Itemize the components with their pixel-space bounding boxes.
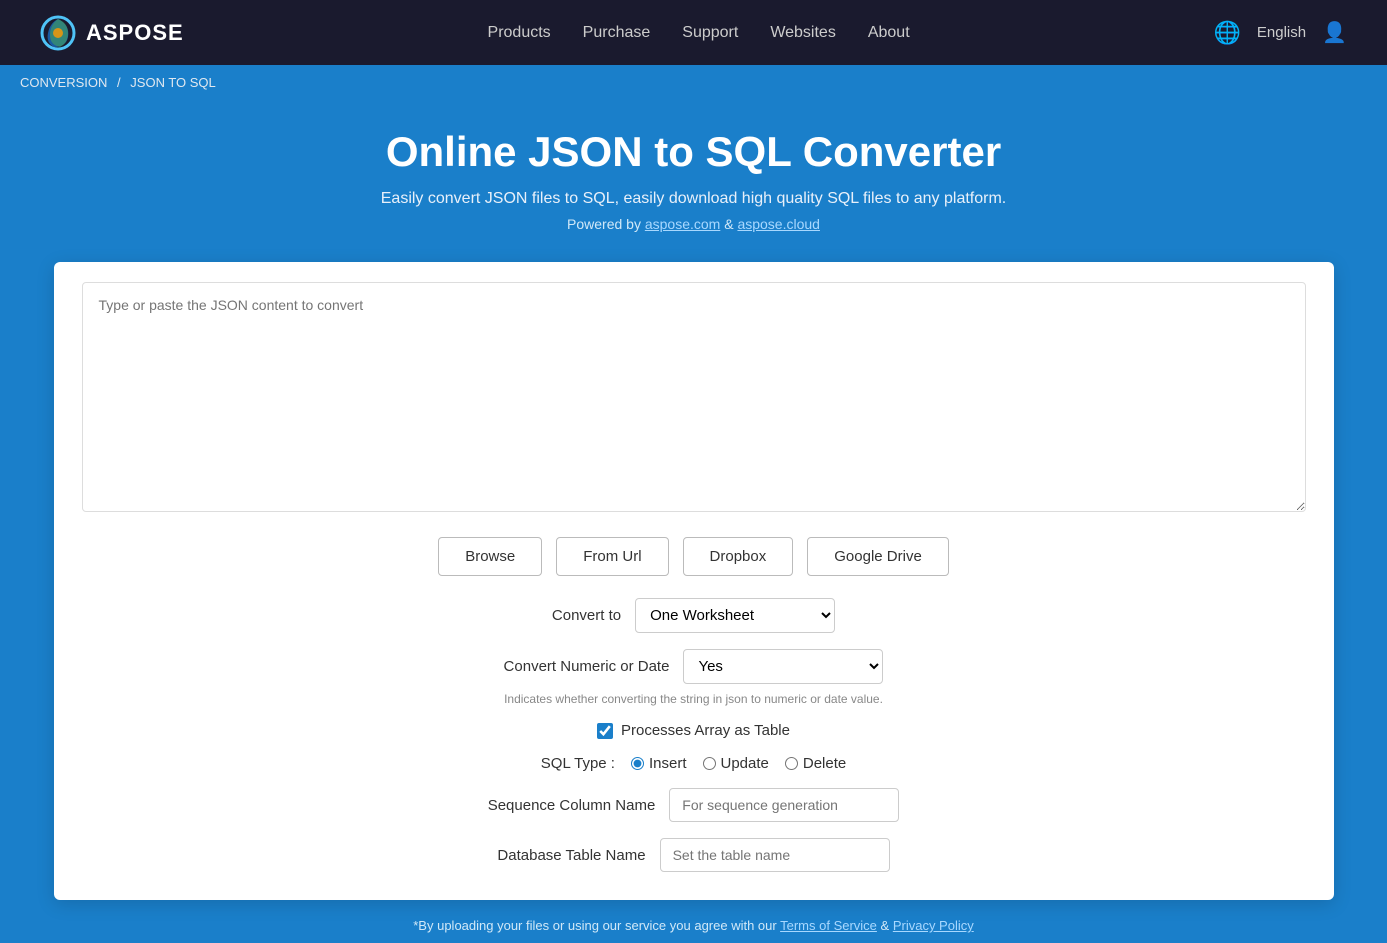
hero-section: Online JSON to SQL Converter Easily conv… — [0, 100, 1387, 252]
upload-buttons-row: Browse From Url Dropbox Google Drive — [82, 537, 1306, 576]
nav-purchase[interactable]: Purchase — [583, 24, 651, 41]
db-table-input[interactable] — [660, 838, 890, 872]
logo[interactable]: ASPOSE — [40, 15, 184, 51]
nav-websites[interactable]: Websites — [770, 24, 836, 41]
privacy-link[interactable]: Privacy Policy — [893, 918, 974, 933]
sql-type-row: SQL Type : Insert Update Delete — [541, 755, 846, 772]
json-input[interactable] — [82, 282, 1306, 512]
navbar: ASPOSE Products Purchase Support Website… — [0, 0, 1387, 65]
converter-card: Browse From Url Dropbox Google Drive Con… — [54, 262, 1334, 900]
sql-type-insert-radio[interactable] — [631, 757, 644, 770]
from-url-button[interactable]: From Url — [556, 537, 668, 576]
nav-right: 🌐 English 👤 — [1213, 20, 1347, 46]
numeric-label: Convert Numeric or Date — [504, 658, 670, 675]
breadcrumb: CONVERSION / JSON TO SQL — [0, 65, 1387, 100]
options-section: Convert to One Worksheet Multiple Worksh… — [82, 598, 1306, 872]
aspose-cloud-link[interactable]: aspose.cloud — [737, 216, 820, 232]
breadcrumb-conversion[interactable]: CONVERSION — [20, 75, 107, 90]
google-drive-button[interactable]: Google Drive — [807, 537, 949, 576]
user-icon[interactable]: 👤 — [1322, 20, 1347, 45]
nav-links: Products Purchase Support Websites About — [488, 24, 910, 42]
sequence-column-label: Sequence Column Name — [488, 797, 656, 814]
footer-prefix: *By uploading your files or using our se… — [413, 918, 780, 933]
sql-type-delete-text: Delete — [803, 755, 846, 772]
brand-name: ASPOSE — [86, 20, 184, 46]
convert-to-row: Convert to One Worksheet Multiple Worksh… — [552, 598, 835, 633]
sequence-column-row: Sequence Column Name — [488, 788, 900, 822]
sql-type-insert-text: Insert — [649, 755, 687, 772]
sql-type-label: SQL Type : — [541, 755, 615, 772]
hero-subtitle: Easily convert JSON files to SQL, easily… — [20, 190, 1367, 208]
aspose-com-link[interactable]: aspose.com — [645, 216, 720, 232]
breadcrumb-separator: / — [117, 75, 121, 90]
browse-button[interactable]: Browse — [438, 537, 542, 576]
language-label[interactable]: English — [1257, 24, 1306, 41]
db-table-row: Database Table Name — [497, 838, 889, 872]
convert-to-select[interactable]: One Worksheet Multiple Worksheets — [635, 598, 835, 633]
dropbox-button[interactable]: Dropbox — [683, 537, 794, 576]
powered-amp: & — [720, 216, 737, 232]
sql-type-update-label[interactable]: Update — [703, 755, 769, 772]
processes-array-row: Processes Array as Table — [597, 722, 790, 739]
convert-to-label: Convert to — [552, 607, 621, 624]
nav-about[interactable]: About — [868, 24, 910, 41]
processes-array-checkbox[interactable] — [597, 723, 613, 739]
sql-type-update-text: Update — [721, 755, 769, 772]
aspose-logo-icon — [40, 15, 76, 51]
breadcrumb-current: JSON TO SQL — [130, 75, 216, 90]
db-table-label: Database Table Name — [497, 847, 645, 864]
numeric-row: Convert Numeric or Date Yes No — [504, 649, 884, 684]
footer-amp: & — [877, 918, 893, 933]
numeric-hint: Indicates whether converting the string … — [504, 692, 883, 706]
footer-note: *By uploading your files or using our se… — [0, 900, 1387, 943]
sequence-column-input[interactable] — [669, 788, 899, 822]
nav-products[interactable]: Products — [488, 24, 551, 41]
numeric-select[interactable]: Yes No — [683, 649, 883, 684]
powered-by: Powered by aspose.com & aspose.cloud — [20, 216, 1367, 232]
sql-type-delete-label[interactable]: Delete — [785, 755, 846, 772]
nav-support[interactable]: Support — [682, 24, 738, 41]
terms-link[interactable]: Terms of Service — [780, 918, 877, 933]
globe-icon: 🌐 — [1213, 20, 1240, 46]
sql-type-delete-radio[interactable] — [785, 757, 798, 770]
sql-type-insert-label[interactable]: Insert — [631, 755, 687, 772]
page-title: Online JSON to SQL Converter — [20, 128, 1367, 176]
sql-type-update-radio[interactable] — [703, 757, 716, 770]
powered-prefix: Powered by — [567, 216, 645, 232]
processes-array-label[interactable]: Processes Array as Table — [621, 722, 790, 739]
